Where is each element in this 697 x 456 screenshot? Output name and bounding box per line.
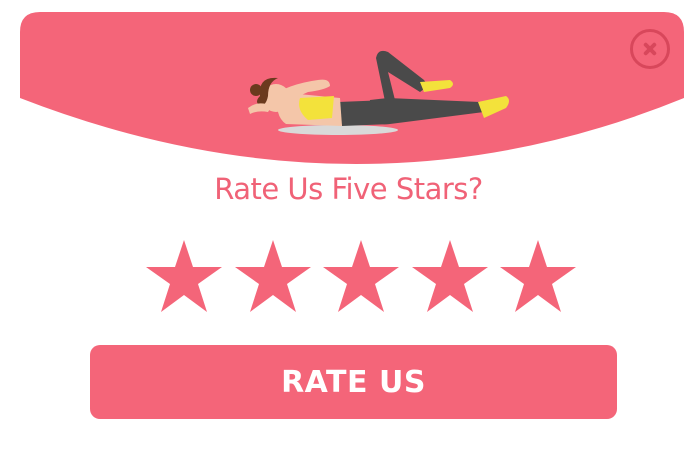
dialog-title: Rate Us Five Stars? [214, 172, 483, 206]
star-icon[interactable] [411, 240, 488, 312]
star-icon[interactable] [146, 240, 222, 312]
close-button[interactable] [630, 29, 670, 69]
woman-exercising-illustration [248, 50, 509, 135]
star-rating[interactable] [146, 240, 576, 315]
rate-us-button[interactable]: RATE US [90, 345, 617, 419]
rate-dialog: Rate Us Five Stars? RATE US [0, 0, 697, 456]
star-icon[interactable] [323, 240, 399, 312]
star-icon[interactable] [234, 240, 311, 312]
star-icon[interactable] [500, 240, 576, 312]
